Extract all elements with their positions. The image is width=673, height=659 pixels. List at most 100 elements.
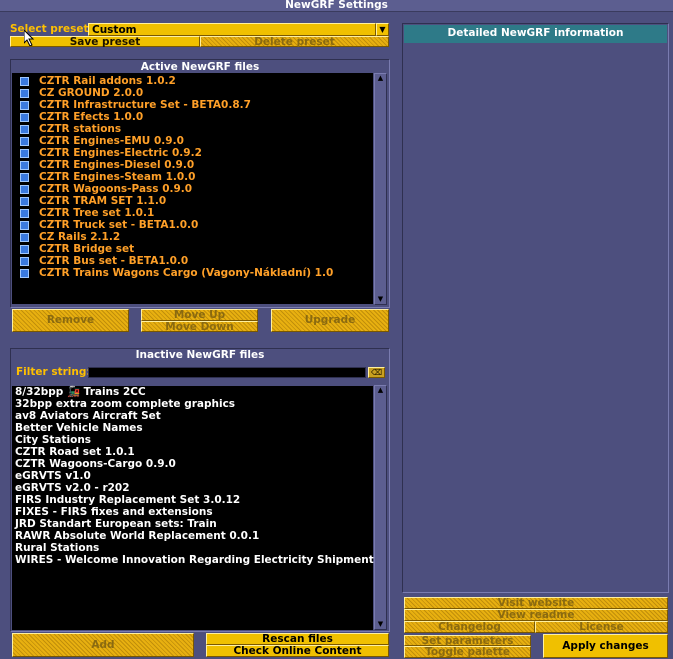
blue-square-icon bbox=[20, 269, 29, 278]
changelog-button[interactable]: Changelog bbox=[404, 621, 535, 633]
list-item-label: CZ Rails 2.1.2 bbox=[39, 231, 121, 243]
inactive-header: Inactive NewGRF files bbox=[135, 349, 265, 361]
list-item-label: CZTR Bridge set bbox=[39, 243, 135, 255]
list-item-label: CZTR Engines-Electric 0.9.2 bbox=[39, 147, 202, 159]
list-item[interactable]: CZTR Engines-Electric 0.9.2 bbox=[12, 147, 373, 159]
set-parameters-button[interactable]: Set parameters bbox=[404, 635, 531, 646]
list-item[interactable]: CZTR Wagoons-Cargo 0.9.0 bbox=[12, 458, 176, 470]
apply-changes-button[interactable]: Apply changes bbox=[543, 634, 668, 658]
list-item-label: CZTR Tree set 1.0.1 bbox=[39, 207, 155, 219]
license-button[interactable]: License bbox=[535, 621, 668, 633]
blue-square-icon bbox=[20, 257, 29, 266]
blue-square-icon bbox=[20, 161, 29, 170]
list-item-label: CZ GROUND 2.0.0 bbox=[39, 87, 144, 99]
window-title[interactable]: NewGRF Settings bbox=[0, 0, 673, 12]
blue-square-icon bbox=[20, 113, 29, 122]
list-item-label: CZTR Engines-Diesel 0.9.0 bbox=[39, 159, 195, 171]
list-item-label: CZTR Bus set - BETA1.0.0 bbox=[39, 255, 189, 267]
list-item[interactable]: CZTR Engines-Diesel 0.9.0 bbox=[12, 159, 373, 171]
list-item[interactable]: City Stations bbox=[12, 434, 91, 446]
move-up-button[interactable]: Move Up bbox=[141, 309, 258, 321]
list-item[interactable]: 32bpp extra zoom complete graphics bbox=[12, 398, 235, 410]
blue-square-icon bbox=[20, 137, 29, 146]
upgrade-button[interactable]: Upgrade bbox=[271, 309, 389, 332]
view-readme-button[interactable]: View readme bbox=[404, 609, 668, 621]
blue-square-icon bbox=[20, 233, 29, 242]
blue-square-icon bbox=[20, 125, 29, 134]
list-item[interactable]: CZ GROUND 2.0.0 bbox=[12, 87, 373, 99]
clear-filter-button[interactable]: ⌫ bbox=[368, 367, 385, 378]
filter-input[interactable] bbox=[88, 367, 366, 378]
scroll-down-icon[interactable]: ▼ bbox=[375, 295, 386, 304]
list-item-label: CZTR Efects 1.0.0 bbox=[39, 111, 144, 123]
save-preset-button[interactable]: Save preset bbox=[10, 36, 200, 47]
list-item[interactable]: CZTR Infrastructure Set - BETA0.8.7 bbox=[12, 99, 373, 111]
list-item[interactable]: 8/32bpp 🚂 Trains 2CC bbox=[12, 386, 146, 398]
dropdown-arrow-icon[interactable]: ▼ bbox=[376, 23, 389, 36]
list-item[interactable]: CZTR Trains Wagons Cargo (Vagony-Nákladn… bbox=[12, 267, 373, 279]
list-item-label: CZTR Engines-Steam 1.0.0 bbox=[39, 171, 196, 183]
inactive-list[interactable]: 8/32bpp 🚂 Trains 2CC 32bpp extra zoom com… bbox=[12, 386, 374, 630]
scroll-down-icon[interactable]: ▼ bbox=[375, 620, 386, 629]
blue-square-icon bbox=[20, 197, 29, 206]
blue-square-icon bbox=[20, 77, 29, 86]
move-down-button[interactable]: Move Down bbox=[141, 321, 258, 332]
list-item[interactable]: CZTR Wagoons-Pass 0.9.0 bbox=[12, 183, 373, 195]
blue-square-icon bbox=[20, 209, 29, 218]
list-item-label: CZTR Wagoons-Pass 0.9.0 bbox=[39, 183, 193, 195]
blue-square-icon bbox=[20, 173, 29, 182]
blue-square-icon bbox=[20, 149, 29, 158]
active-list[interactable]: CZTR Rail addons 1.0.2 CZ GROUND 2.0.0 CZT… bbox=[12, 73, 373, 304]
list-item[interactable]: CZTR Efects 1.0.0 bbox=[12, 111, 373, 123]
list-item[interactable]: Rural Stations bbox=[12, 542, 99, 554]
scroll-up-icon[interactable]: ▲ bbox=[375, 386, 386, 395]
list-item[interactable]: CZTR Engines-EMU 0.9.0 bbox=[12, 135, 373, 147]
list-item-label: CZTR Engines-EMU 0.9.0 bbox=[39, 135, 184, 147]
list-item[interactable]: CZTR stations bbox=[12, 123, 373, 135]
blue-square-icon bbox=[20, 221, 29, 230]
list-item-label: CZTR TRAM SET 1.1.0 bbox=[39, 195, 167, 207]
list-item[interactable]: CZTR TRAM SET 1.1.0 bbox=[12, 195, 373, 207]
remove-button[interactable]: Remove bbox=[12, 309, 129, 332]
list-item-label: CZTR stations bbox=[39, 123, 122, 135]
list-item[interactable]: eGRVTS v1.0 bbox=[12, 470, 91, 482]
blue-square-icon bbox=[20, 101, 29, 110]
preset-dropdown[interactable]: Custom bbox=[88, 23, 376, 36]
list-item[interactable]: CZTR Rail addons 1.0.2 bbox=[12, 75, 373, 87]
list-item-label: CZTR Trains Wagons Cargo (Vagony-Nákladn… bbox=[39, 267, 334, 279]
toggle-palette-button[interactable]: Toggle palette bbox=[404, 646, 531, 658]
list-item[interactable]: CZ Rails 2.1.2 bbox=[12, 231, 373, 243]
visit-website-button[interactable]: Visit website bbox=[404, 597, 668, 609]
rescan-files-button[interactable]: Rescan files bbox=[206, 633, 389, 645]
scroll-up-icon[interactable]: ▲ bbox=[375, 74, 386, 83]
list-item[interactable]: RAWR Absolute World Replacement 0.0.1 bbox=[12, 530, 259, 542]
list-item-label: CZTR Infrastructure Set - BETA0.8.7 bbox=[39, 99, 251, 111]
preset-label: Select preset: bbox=[10, 23, 93, 35]
list-item[interactable]: CZTR Bridge set bbox=[12, 243, 373, 255]
list-item[interactable]: CZTR Bus set - BETA1.0.0 bbox=[12, 255, 373, 267]
blue-square-icon bbox=[20, 245, 29, 254]
list-item[interactable]: CZTR Tree set 1.0.1 bbox=[12, 207, 373, 219]
info-panel bbox=[402, 23, 669, 593]
list-item[interactable]: WIRES - Welcome Innovation Regarding Ele… bbox=[12, 554, 374, 566]
list-item[interactable]: JRD Standart European sets: Train bbox=[12, 518, 217, 530]
list-item[interactable]: CZTR Truck set - BETA1.0.0 bbox=[12, 219, 373, 231]
active-scrollbar[interactable]: ▲ ▼ bbox=[374, 73, 387, 305]
list-item[interactable]: Better Vehicle Names bbox=[12, 422, 143, 434]
list-item[interactable]: CZTR Road set 1.0.1 bbox=[12, 446, 135, 458]
list-item[interactable]: av8 Aviators Aircraft Set bbox=[12, 410, 161, 422]
inactive-scrollbar[interactable]: ▲ ▼ bbox=[374, 385, 387, 630]
blue-square-icon bbox=[20, 89, 29, 98]
delete-preset-button[interactable]: Delete preset bbox=[200, 36, 389, 47]
list-item[interactable]: CZTR Engines-Steam 1.0.0 bbox=[12, 171, 373, 183]
list-item[interactable]: FIXES - FIRS fixes and extensions bbox=[12, 506, 213, 518]
add-button[interactable]: Add bbox=[12, 633, 194, 657]
check-online-content-button[interactable]: Check Online Content bbox=[206, 645, 389, 657]
active-header: Active NewGRF files bbox=[140, 61, 260, 73]
list-item[interactable]: eGRVTS v2.0 - r202 bbox=[12, 482, 130, 494]
filter-label: Filter string: bbox=[16, 366, 91, 378]
list-item[interactable]: FIRS Industry Replacement Set 3.0.12 bbox=[12, 494, 240, 506]
mouse-pointer-icon bbox=[23, 28, 36, 47]
blue-square-icon bbox=[20, 185, 29, 194]
list-item-label: CZTR Rail addons 1.0.2 bbox=[39, 75, 176, 87]
